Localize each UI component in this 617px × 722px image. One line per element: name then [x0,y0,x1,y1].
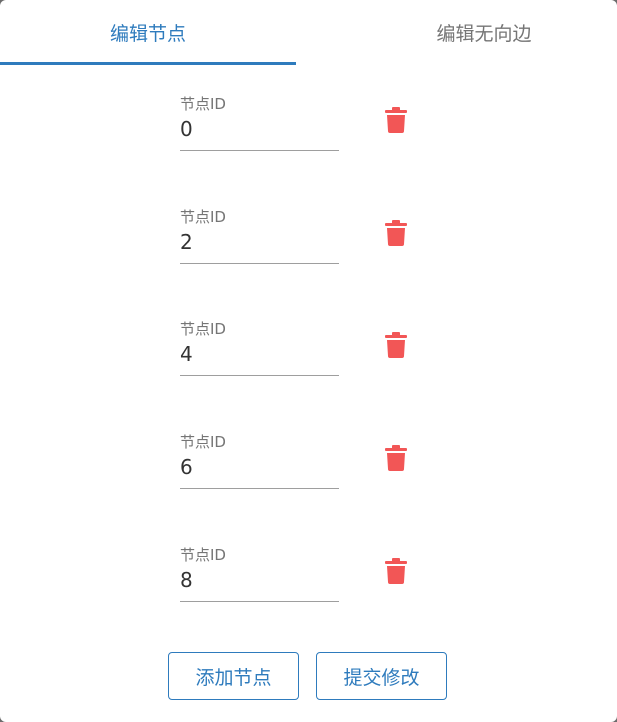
node-id-field: 节点ID [180,546,339,602]
node-row: 节点ID [0,320,617,400]
node-id-label: 节点ID [180,433,226,451]
node-id-input[interactable] [180,338,339,370]
tab-bar: 编辑节点 编辑无向边 [0,0,617,66]
field-underline [180,488,339,489]
field-underline [180,150,339,151]
field-underline [180,263,339,264]
node-row: 节点ID [0,546,617,626]
node-id-input[interactable] [180,226,339,258]
active-tab-indicator [0,62,296,65]
trash-icon [385,220,407,246]
field-underline [180,601,339,602]
delete-node-button[interactable] [380,328,412,362]
trash-icon [385,107,407,133]
node-id-label: 节点ID [180,95,226,113]
field-underline [180,375,339,376]
node-id-label: 节点ID [180,208,226,226]
node-id-field: 节点ID [180,208,339,264]
node-id-field: 节点ID [180,433,339,489]
edit-graph-dialog: 编辑节点 编辑无向边 节点ID 节点ID [0,0,617,722]
node-id-label: 节点ID [180,320,226,338]
delete-node-button[interactable] [380,216,412,250]
node-row: 节点ID [0,433,617,513]
delete-node-button[interactable] [380,103,412,137]
tab-edit-undirected-edges[interactable]: 编辑无向边 [336,0,617,66]
trash-icon [385,558,407,584]
delete-node-button[interactable] [380,554,412,588]
add-node-button[interactable]: 添加节点 [168,652,299,700]
node-id-field: 节点ID [180,95,339,151]
tab-edit-nodes[interactable]: 编辑节点 [0,0,296,66]
node-row: 节点ID [0,208,617,288]
trash-icon [385,332,407,358]
submit-changes-button[interactable]: 提交修改 [316,652,447,700]
node-id-input[interactable] [180,564,339,596]
node-id-field: 节点ID [180,320,339,376]
node-row: 节点ID [0,95,617,175]
node-id-input[interactable] [180,451,339,483]
delete-node-button[interactable] [380,441,412,475]
node-id-input[interactable] [180,113,339,145]
node-id-label: 节点ID [180,546,226,564]
trash-icon [385,445,407,471]
